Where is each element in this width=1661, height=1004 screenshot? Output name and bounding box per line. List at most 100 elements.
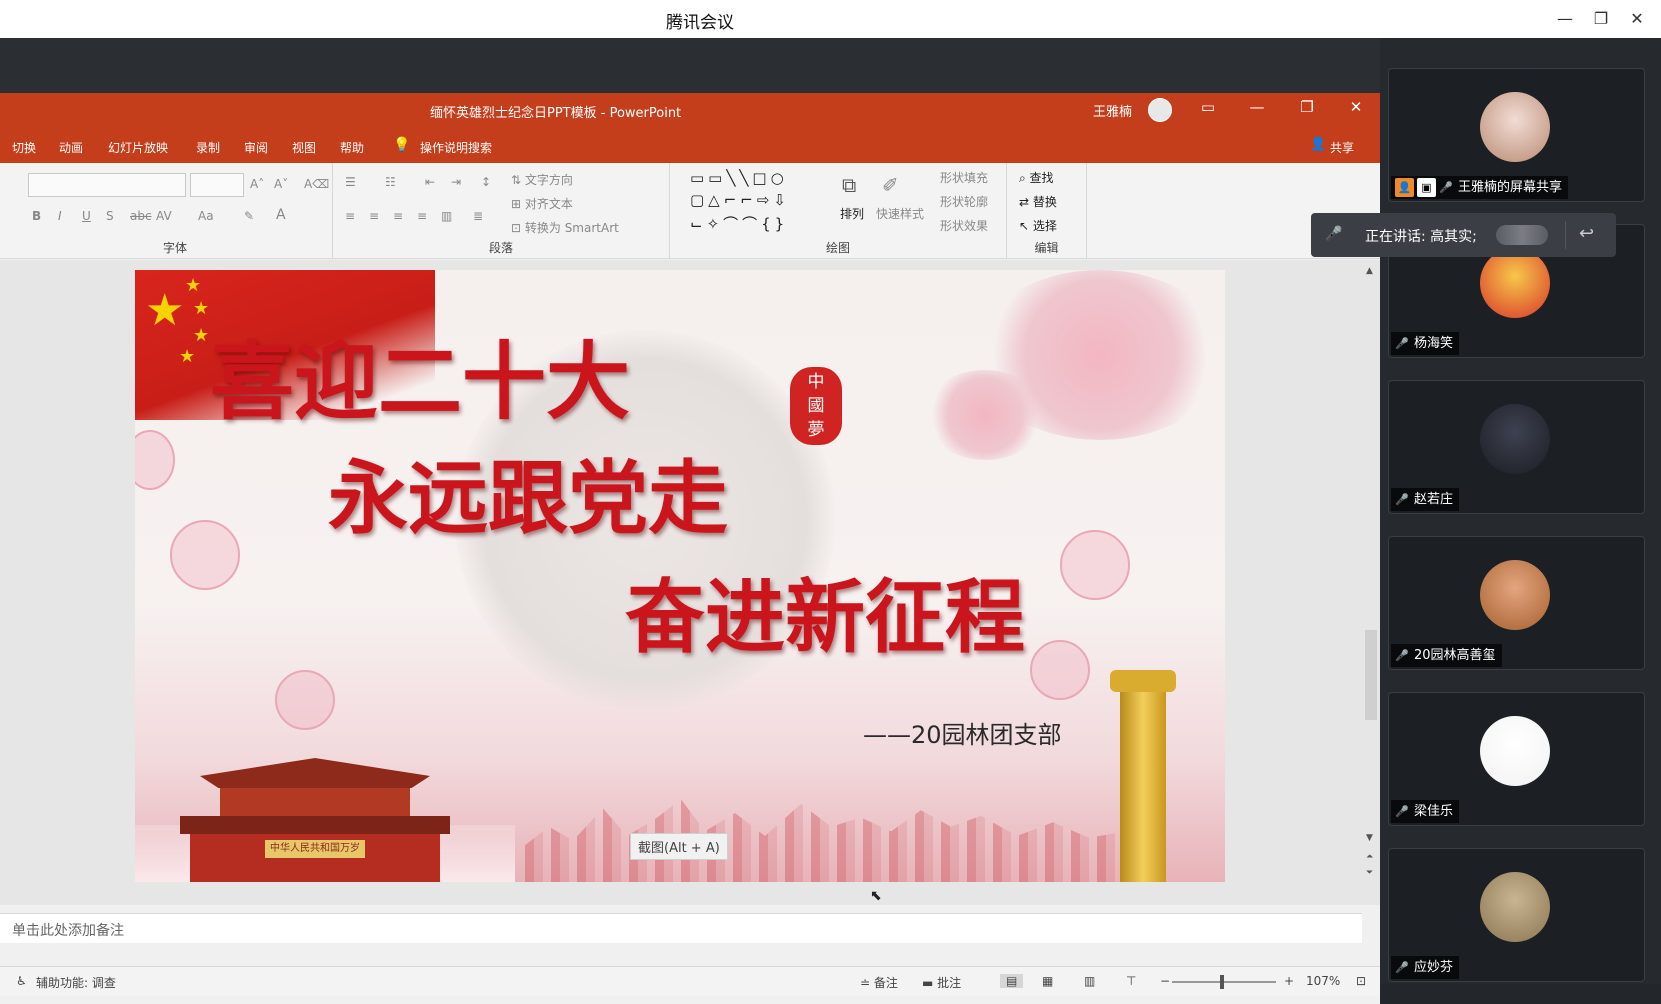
tab-slideshow[interactable]: 幻灯片放映: [108, 139, 168, 156]
zoom-in-button[interactable]: +: [1284, 974, 1294, 988]
accessibility-icon[interactable]: ♿: [16, 974, 27, 988]
seal-char: 夢: [807, 420, 825, 440]
pp-restore-icon[interactable]: ❐: [1295, 98, 1319, 116]
host-icon: 👤: [1395, 178, 1414, 197]
quick-styles-label[interactable]: 快速样式: [876, 205, 924, 222]
highlight-icon[interactable]: ✎: [244, 209, 254, 223]
justify-icon[interactable]: ≡: [417, 209, 427, 223]
participant-tile[interactable]: 🎤 20园林高善玺: [1388, 536, 1645, 670]
accessibility-status[interactable]: 辅助功能: 调查: [36, 974, 116, 991]
scroll-up-icon[interactable]: ▲: [1366, 266, 1373, 276]
mic-muted-icon: 🎤: [1395, 337, 1409, 350]
replace-button[interactable]: ⇄ 替换: [1019, 193, 1057, 210]
find-button[interactable]: ⌕ 查找: [1019, 169, 1054, 186]
pp-close-icon[interactable]: ✕: [1344, 98, 1368, 116]
numbering-icon[interactable]: ☷: [385, 175, 396, 189]
tab-view[interactable]: 视图: [292, 139, 316, 156]
tell-me-search[interactable]: 操作说明搜索: [420, 139, 492, 156]
zoom-out-button[interactable]: −: [1160, 974, 1170, 988]
slide[interactable]: ★ ★ ★ ★ ★ 喜迎二十大 永远跟党走 奋进新征程 中 國 夢 中华人民共和…: [135, 270, 1225, 882]
participant-tile[interactable]: 🎤 赵若庄: [1388, 380, 1645, 514]
shape-fill-label[interactable]: 形状填充: [940, 169, 988, 186]
text-direction-button[interactable]: ⇅ 文字方向: [511, 171, 573, 188]
slide-sorter-icon[interactable]: ▦: [1042, 974, 1053, 988]
quick-styles-icon[interactable]: ✐: [882, 173, 899, 197]
arrange-icon[interactable]: ⧉: [842, 173, 856, 197]
normal-view-icon[interactable]: ▤: [1000, 974, 1024, 988]
tab-record[interactable]: 录制: [196, 139, 220, 156]
notes-toggle-label: 备注: [873, 976, 898, 990]
font-color-icon[interactable]: A: [276, 207, 286, 223]
notes-toggle[interactable]: ≐ 备注: [860, 974, 898, 991]
reply-icon[interactable]: ↩: [1579, 223, 1594, 244]
select-button[interactable]: ↖ 选择: [1019, 217, 1057, 234]
tab-help[interactable]: 帮助: [340, 139, 364, 156]
smartart-button[interactable]: ⊡ 转换为 SmartArt: [511, 219, 619, 236]
zoom-slider-knob[interactable]: [1220, 975, 1224, 989]
participant-tile[interactable]: 👤 ▣ 🎤 王雅楠的屏幕共享: [1388, 68, 1645, 202]
underline-button[interactable]: U: [82, 209, 91, 223]
text-align-icon[interactable]: ≣: [473, 209, 483, 223]
vertical-scrollbar[interactable]: ▲ ▼ ⏶ ⏷: [1362, 260, 1380, 905]
tab-review[interactable]: 审阅: [244, 139, 268, 156]
increase-indent-icon[interactable]: ⇥: [451, 175, 461, 189]
participant-tile[interactable]: 🎤 应妙芬: [1388, 848, 1645, 982]
speaker-avatars: [1496, 225, 1548, 245]
tab-animations[interactable]: 动画: [59, 139, 83, 156]
columns-icon[interactable]: ▥: [441, 209, 452, 223]
bullets-icon[interactable]: ☰: [345, 175, 356, 189]
clear-format-icon[interactable]: A⌫: [304, 177, 329, 191]
scrollbar-thumb[interactable]: [1365, 630, 1377, 720]
zoom-level[interactable]: 107%: [1306, 974, 1340, 988]
share-button[interactable]: 共享: [1330, 139, 1354, 156]
ribbon-display-icon[interactable]: ▭: [1196, 98, 1220, 116]
pp-minimize-icon[interactable]: —: [1245, 98, 1269, 116]
shapes-gallery-row3-icon[interactable]: ⌙✧⌒⌒{}: [690, 213, 788, 234]
slide-editor[interactable]: ★ ★ ★ ★ ★ 喜迎二十大 永远跟党走 奋进新征程 中 國 夢 中华人民共和…: [0, 260, 1362, 905]
bold-button[interactable]: B: [32, 209, 41, 223]
change-case-button[interactable]: Aa: [198, 209, 214, 223]
shrink-font-icon[interactable]: A˅: [274, 177, 288, 191]
participant-name: 梁佳乐: [1414, 804, 1454, 819]
align-left-icon[interactable]: ≡: [345, 209, 355, 223]
shadow-button[interactable]: S: [106, 209, 114, 223]
arrange-label[interactable]: 排列: [840, 205, 864, 222]
close-button[interactable]: ✕: [1624, 6, 1650, 32]
gate-plaque: 中华人民共和国万岁: [265, 840, 365, 858]
slideshow-icon[interactable]: ⊤: [1126, 974, 1136, 988]
align-center-icon[interactable]: ≡: [369, 209, 379, 223]
reading-view-icon[interactable]: ▥: [1084, 974, 1095, 988]
notes-placeholder[interactable]: 单击此处添加备注: [12, 920, 124, 940]
align-right-icon[interactable]: ≡: [393, 209, 403, 223]
participant-name-tag: 🎤 赵若庄: [1391, 488, 1460, 511]
comments-toggle[interactable]: ▬ 批注: [922, 974, 961, 991]
italic-button[interactable]: I: [58, 209, 62, 223]
editing-group-label: 编辑: [1034, 241, 1059, 255]
shapes-gallery-icon[interactable]: ▭▭╲╲□○: [690, 169, 788, 187]
previous-slide-icon[interactable]: ⏶: [1366, 852, 1373, 862]
shapes-gallery-row2-icon[interactable]: ▢△⌐⌐⇨⇩: [690, 191, 790, 209]
minimize-button[interactable]: —: [1552, 6, 1578, 32]
font-name-box[interactable]: [28, 173, 186, 197]
powerpoint-titlebar: 缅怀英雄烈士纪念日PPT模板 - PowerPoint 王雅楠 ▭ — ❐ ✕: [0, 93, 1380, 129]
next-slide-icon[interactable]: ⏷: [1366, 868, 1373, 878]
tab-transitions[interactable]: 切换: [12, 139, 36, 156]
decrease-indent-icon[interactable]: ⇤: [425, 175, 435, 189]
font-size-box[interactable]: [190, 173, 244, 197]
shape-outline-label[interactable]: 形状轮廓: [940, 193, 988, 210]
fit-to-window-icon[interactable]: ⊡: [1356, 974, 1366, 988]
strikethrough-button[interactable]: abc: [130, 209, 152, 223]
participant-tile[interactable]: 🎤 梁佳乐: [1388, 692, 1645, 826]
scroll-down-icon[interactable]: ▼: [1366, 833, 1373, 843]
replace-label: 替换: [1032, 195, 1057, 209]
char-spacing-button[interactable]: AV: [156, 209, 172, 223]
user-avatar-icon[interactable]: [1148, 98, 1172, 122]
notes-pane[interactable]: 单击此处添加备注: [0, 913, 1362, 943]
restore-button[interactable]: ❐: [1588, 6, 1614, 32]
align-text-button[interactable]: ⊞ 对齐文本: [511, 195, 573, 212]
shape-effects-label[interactable]: 形状效果: [940, 217, 988, 234]
line-spacing-icon[interactable]: ↕: [481, 175, 491, 189]
zoom-slider[interactable]: [1172, 981, 1276, 983]
grow-font-icon[interactable]: A˄: [250, 177, 264, 191]
user-name: 王雅楠: [1093, 105, 1133, 120]
